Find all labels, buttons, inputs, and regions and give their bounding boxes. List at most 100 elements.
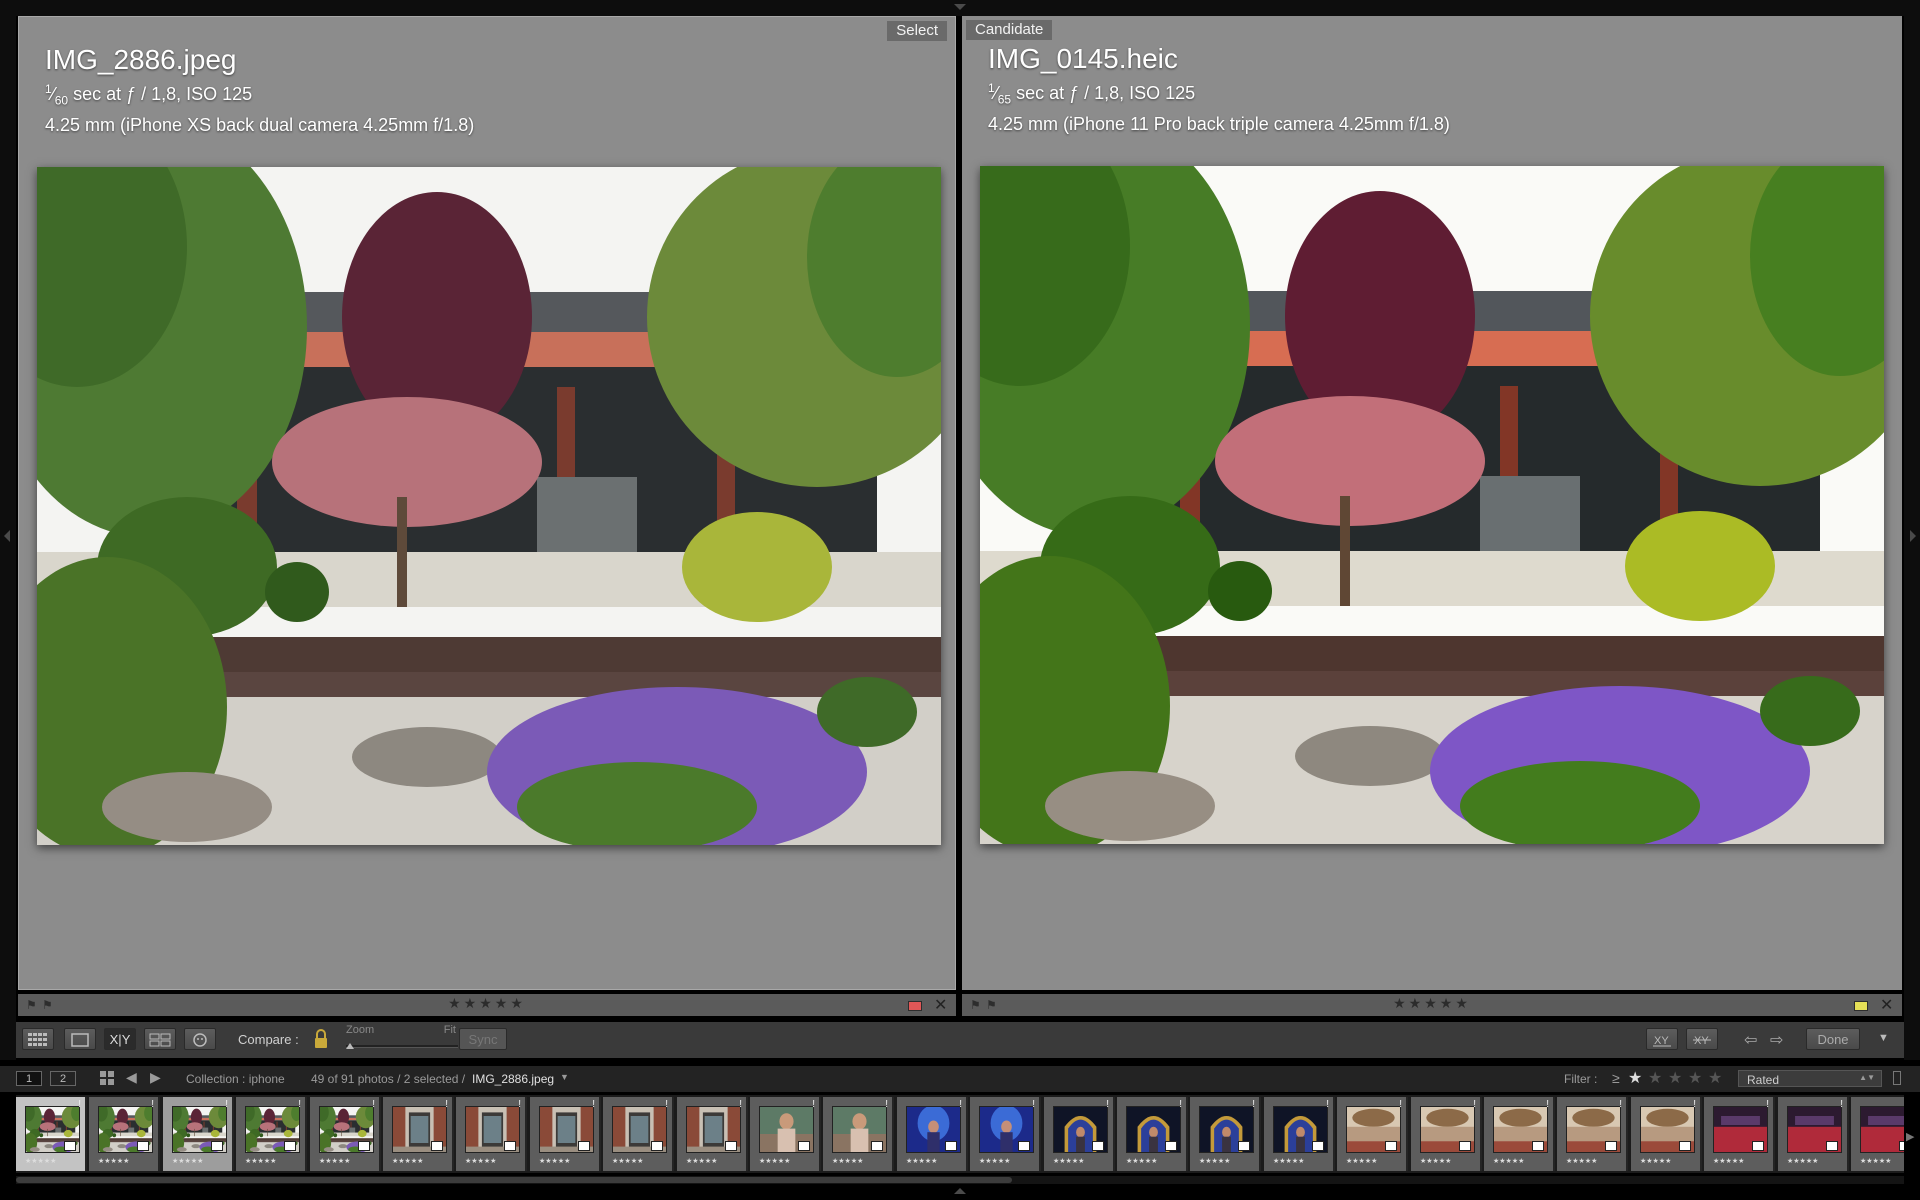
swap-button[interactable]: XY (1646, 1028, 1678, 1050)
grid-icon (28, 1033, 47, 1046)
compare-view-button[interactable]: X|Y (104, 1028, 136, 1050)
reject-flag-icon[interactable]: ⚑ (986, 998, 997, 1012)
make-select-button[interactable]: XY (1686, 1028, 1718, 1050)
select-shutter-numerator: 1 (45, 82, 52, 96)
fit-label: Fit (443, 1024, 456, 1036)
candidate-close-icon[interactable]: ✕ (1880, 995, 1893, 1015)
filename-dropdown-icon[interactable]: ▼ (560, 1072, 569, 1082)
filmstrip-thumbnail[interactable]: ! ★★★★★ (1117, 1097, 1188, 1171)
current-filename[interactable]: IMG_2886.jpeg (472, 1072, 554, 1086)
filmstrip-header: 1 2 ◀ ▶ Collection : iphone 49 of 91 pho… (0, 1066, 1920, 1092)
filter-star-icon[interactable]: ★ (1688, 1068, 1702, 1088)
filmstrip-thumbnail[interactable]: !★★★★★ (897, 1097, 968, 1171)
candidate-shutter-denominator: 65 (997, 92, 1012, 107)
filmstrip-thumbnail[interactable]: !★★★★★ (1851, 1097, 1904, 1171)
filmstrip-thumbnail[interactable]: !★★★★★ (1557, 1097, 1628, 1171)
filmstrip-thumbnail[interactable]: !★★★★★ (1044, 1097, 1115, 1171)
warning-badge-icon: ! (739, 1099, 742, 1110)
top-panel-toggle-icon[interactable] (954, 4, 966, 10)
filter-star-icon[interactable]: ★ (1708, 1068, 1722, 1088)
next-arrow-icon[interactable]: ⇨ (1770, 1030, 1783, 1050)
select-rating-stars[interactable]: ★★★★★ (448, 995, 526, 1012)
right-panel-toggle-icon[interactable] (1910, 530, 1916, 542)
reject-flag-icon[interactable]: ⚑ (42, 998, 53, 1012)
candidate-pane[interactable]: Candidate IMG_0145.heic 1⁄65 sec at ƒ / … (962, 16, 1902, 990)
collection-source[interactable]: Collection : iphone (186, 1072, 285, 1086)
filmstrip-thumbnail[interactable]: !★★★★★ (16, 1097, 87, 1171)
thumbnail-rating-stars: ★★★★★ (1566, 1158, 1598, 1165)
candidate-color-label[interactable] (1854, 1001, 1868, 1011)
pick-flag-icon[interactable]: ⚑ (26, 998, 37, 1012)
edited-badge-icon (1018, 1141, 1030, 1151)
filter-star-icon[interactable]: ★ (1628, 1068, 1642, 1088)
candidate-rating-stars[interactable]: ★★★★★ (1393, 995, 1471, 1012)
thumbnail-rating-stars: ★★★★★ (1420, 1158, 1452, 1165)
back-arrow-icon[interactable]: ◀ (126, 1069, 137, 1086)
filmstrip-thumbnail[interactable]: !★★★★★ (1411, 1097, 1482, 1171)
filmstrip-thumbnail[interactable]: !★★★★★ (1778, 1097, 1849, 1171)
warning-badge-icon: ! (1179, 1099, 1182, 1110)
toolbar-menu-chevron-icon[interactable]: ▼ (1878, 1032, 1889, 1044)
thumbnail-rating-stars: ★★★★★ (25, 1158, 57, 1165)
filmstrip-thumbnail[interactable]: !★★★★★ (310, 1097, 381, 1171)
candidate-photo[interactable] (980, 166, 1884, 844)
edited-badge-icon (431, 1141, 443, 1151)
loupe-view-button[interactable] (64, 1028, 96, 1050)
filmstrip-thumbnail[interactable]: !★★★★★ (1264, 1097, 1335, 1171)
filmstrip-thumbnail[interactable]: !★★★★★ (603, 1097, 674, 1171)
thumbnail-rating-stars: ★★★★★ (465, 1158, 497, 1165)
zoom-slider-thumb[interactable] (346, 1043, 354, 1049)
filmstrip-thumbnail[interactable]: !★★★★★ (383, 1097, 454, 1171)
thumbnail-rating-stars: ★★★★★ (1126, 1158, 1158, 1165)
zoom-slider-track[interactable] (346, 1045, 458, 1048)
bottom-panel-toggle-icon[interactable] (954, 1188, 966, 1194)
main-screen-button[interactable]: 1 (16, 1071, 42, 1086)
filmstrip-thumbnail[interactable]: !★★★★★ (1484, 1097, 1555, 1171)
filmstrip-thumbnail[interactable]: !★★★★★ (89, 1097, 160, 1171)
select-close-icon[interactable]: ✕ (934, 995, 947, 1015)
filmstrip-thumbnail[interactable]: !★★★★★ (677, 1097, 748, 1171)
filmstrip-thumbnail[interactable]: !★★★★★ (456, 1097, 527, 1171)
filmstrip-thumbnail[interactable]: !★★★★★ (1631, 1097, 1702, 1171)
filmstrip-thumbnail[interactable]: !★★★★★ (530, 1097, 601, 1171)
sync-button[interactable]: Sync (459, 1028, 507, 1050)
select-tag: Select (887, 21, 947, 41)
filmstrip-scrollbar[interactable] (16, 1176, 1904, 1184)
grid-view-button[interactable] (22, 1028, 54, 1050)
filmstrip-thumbnail[interactable]: !★★★★★ (1337, 1097, 1408, 1171)
grid-icon[interactable] (100, 1071, 114, 1088)
left-panel-toggle-icon[interactable] (4, 530, 10, 542)
filmstrip-scroll-thumb[interactable] (16, 1177, 1012, 1183)
filmstrip[interactable]: ! ★★★★★! ★★★★★! ★★★★★! ★★★★★! ★★★★★! ★★★★★! ★★★… (16, 1095, 1904, 1173)
filter-lock-icon[interactable] (1893, 1071, 1901, 1085)
select-lens: 4.25 mm (iPhone XS back dual camera 4.25… (45, 114, 475, 135)
select-photo[interactable] (37, 167, 941, 845)
done-button[interactable]: Done (1806, 1028, 1860, 1050)
filmstrip-thumbnail[interactable]: !★★★★★ (163, 1097, 234, 1171)
filmstrip-thumbnail[interactable]: !★★★★★ (1190, 1097, 1261, 1171)
filter-star-icon[interactable]: ★ (1668, 1068, 1682, 1088)
forward-arrow-icon[interactable]: ▶ (150, 1069, 161, 1086)
secondary-screen-button[interactable]: 2 (50, 1071, 76, 1086)
edited-badge-icon (1385, 1141, 1397, 1151)
filmstrip-thumbnail[interactable]: !★★★★★ (236, 1097, 307, 1171)
thumbnail-rating-stars: ★★★★★ (319, 1158, 351, 1165)
filmstrip-thumbnail[interactable]: !★★★★★ (970, 1097, 1041, 1171)
filmstrip-thumbnail[interactable]: !★★★★★ (823, 1097, 894, 1171)
select-pane[interactable]: Select IMG_2886.jpeg 1⁄60 sec at ƒ / 1,8… (18, 16, 956, 990)
lock-icon[interactable] (314, 1029, 328, 1054)
previous-arrow-icon[interactable]: ⇦ (1744, 1030, 1757, 1050)
pick-flag-icon[interactable]: ⚑ (970, 998, 981, 1012)
svg-text:XY: XY (1694, 1035, 1709, 1047)
people-view-button[interactable] (184, 1028, 216, 1050)
filter-preset-select[interactable]: Rated ▲▼ (1738, 1070, 1882, 1087)
warning-badge-icon: ! (959, 1099, 962, 1110)
filmstrip-thumbnail[interactable]: !★★★★★ (1704, 1097, 1775, 1171)
select-color-label[interactable] (908, 1001, 922, 1011)
filter-operator[interactable]: ≥ (1612, 1070, 1620, 1086)
filter-star-icon[interactable]: ★ (1648, 1068, 1662, 1088)
survey-view-button[interactable] (144, 1028, 176, 1050)
warning-badge-icon: ! (225, 1099, 228, 1110)
filmstrip-scroll-right-icon[interactable]: ▶ (1906, 1130, 1914, 1143)
filmstrip-thumbnail[interactable]: !★★★★★ (750, 1097, 821, 1171)
